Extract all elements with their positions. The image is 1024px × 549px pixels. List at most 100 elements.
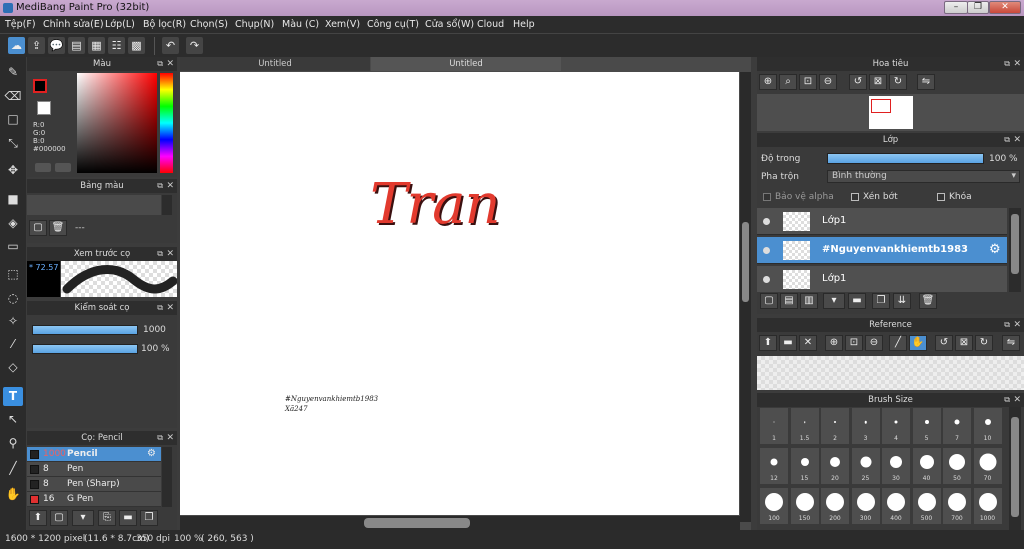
document-icon[interactable]: ▦: [88, 37, 105, 54]
undock-icon[interactable]: ⧉: [157, 431, 163, 445]
select-pen-icon[interactable]: ⁄: [3, 335, 23, 354]
palette-scrollbar[interactable]: [162, 195, 172, 215]
redo-icon[interactable]: ↷: [186, 37, 203, 54]
menu-file[interactable]: Tệp(F): [5, 19, 36, 30]
brush-size-cell[interactable]: 100: [760, 488, 788, 524]
brush-item[interactable]: 16 G Pen: [27, 492, 161, 507]
brush-item[interactable]: 8 Pen: [27, 462, 161, 477]
minimize-button[interactable]: –: [944, 1, 968, 14]
new-brush-icon[interactable]: ▢: [50, 510, 68, 526]
undock-icon[interactable]: ⧉: [1004, 133, 1010, 147]
rotate-right-icon[interactable]: ↻: [889, 74, 907, 90]
background-color-swatch[interactable]: [37, 101, 51, 115]
zoom-in-icon[interactable]: ⊕: [759, 74, 777, 90]
text-tool-icon[interactable]: T: [3, 387, 23, 406]
brush-size-cell[interactable]: 3: [851, 408, 880, 444]
new-folder-icon[interactable]: ▬: [848, 293, 866, 309]
duplicate-icon[interactable]: ❐: [140, 510, 158, 526]
notes-icon[interactable]: ▤: [68, 37, 85, 54]
maximize-button[interactable]: ❐: [967, 1, 989, 14]
open-folder-icon[interactable]: ▬: [779, 335, 797, 351]
copy-brush-icon[interactable]: ⎘: [98, 510, 116, 526]
eyedropper-tool-icon[interactable]: ⚲: [3, 434, 23, 453]
brush-size-cell[interactable]: 200: [821, 488, 849, 524]
brush-menu-icon[interactable]: ▾: [72, 510, 94, 526]
brush-size-scroll-thumb[interactable]: [1011, 417, 1019, 517]
color-mode-button[interactable]: [35, 163, 51, 172]
new-layer-icon[interactable]: ▢: [760, 293, 778, 309]
close-panel-icon[interactable]: ✕: [166, 57, 174, 71]
gear-icon[interactable]: ⚙: [147, 448, 156, 459]
add-brush-icon[interactable]: ⬆: [29, 510, 47, 526]
close-panel-icon[interactable]: ✕: [1013, 133, 1021, 147]
menu-cloud[interactable]: Cloud: [477, 19, 504, 30]
undock-icon[interactable]: ⧉: [1004, 57, 1010, 71]
layer-opacity-slider[interactable]: [827, 153, 984, 164]
menu-help[interactable]: Help: [513, 19, 535, 30]
menu-capture[interactable]: Chụp(N): [235, 19, 274, 30]
brush-size-cell[interactable]: 12: [760, 448, 788, 484]
rotate-right-icon[interactable]: ↻: [975, 335, 993, 351]
brush-item[interactable]: 1000 Pencil ⚙: [27, 447, 161, 462]
cloud-icon[interactable]: ☁: [8, 37, 25, 54]
reference-view[interactable]: [757, 356, 1024, 390]
add-layer-menu-icon[interactable]: ▾: [823, 293, 845, 309]
brush-size-cell[interactable]: 20: [821, 448, 849, 484]
layer-row[interactable]: Lớp1: [757, 266, 1007, 292]
merge-layer-icon[interactable]: ⇊: [893, 293, 911, 309]
brush-size-cell[interactable]: 10: [973, 408, 1002, 444]
brush-size-cell[interactable]: 1000: [973, 488, 1002, 524]
menu-window[interactable]: Cửa sổ(W): [425, 19, 474, 30]
gear-icon[interactable]: ⚙: [989, 242, 1001, 257]
close-panel-icon[interactable]: ✕: [166, 431, 174, 445]
zoom-search-icon[interactable]: ⌕: [779, 74, 797, 90]
visibility-icon[interactable]: [763, 276, 770, 283]
rectangle-tool-icon[interactable]: □: [3, 110, 23, 129]
horizontal-scroll-thumb[interactable]: [364, 518, 470, 528]
clipping-checkbox[interactable]: [851, 193, 859, 201]
undock-icon[interactable]: ⧉: [157, 247, 163, 261]
brush-size-cell[interactable]: 500: [912, 488, 941, 524]
brush-list-scrollbar[interactable]: [162, 447, 172, 507]
rotate-left-icon[interactable]: ↺: [935, 335, 953, 351]
bucket-tool-icon[interactable]: ◈: [3, 214, 23, 233]
fit-icon[interactable]: ⊡: [845, 335, 863, 351]
brush-size-cell[interactable]: 5: [912, 408, 941, 444]
navigator-viewport[interactable]: [871, 99, 891, 113]
brush-size-cell[interactable]: 2: [821, 408, 849, 444]
color-history-button[interactable]: [55, 163, 71, 172]
hand-icon[interactable]: ✋: [909, 335, 927, 351]
folder-icon[interactable]: ▬: [119, 510, 137, 526]
upload-icon[interactable]: ⇪: [28, 37, 45, 54]
cloud-download-icon[interactable]: ⬆: [759, 335, 777, 351]
eraser-tool-icon[interactable]: ⌫: [3, 87, 23, 106]
brush-size-cell[interactable]: 50: [943, 448, 971, 484]
close-button[interactable]: ✕: [989, 1, 1021, 14]
close-panel-icon[interactable]: ✕: [1013, 57, 1021, 71]
palette-swatch-area[interactable]: [27, 195, 161, 215]
undock-icon[interactable]: ⧉: [157, 301, 163, 315]
hue-slider[interactable]: [160, 73, 173, 173]
brush-size-cell[interactable]: 40: [912, 448, 941, 484]
menu-color[interactable]: Màu (C): [282, 19, 319, 30]
close-panel-icon[interactable]: ✕: [166, 301, 174, 315]
delete-layer-icon[interactable]: 🗑: [919, 293, 937, 309]
tab-untitled-2[interactable]: Untitled: [371, 57, 561, 71]
color-saturation-picker[interactable]: [77, 73, 157, 173]
gradient-tool-icon[interactable]: ▭: [3, 237, 23, 256]
brush-size-cell[interactable]: 300: [851, 488, 880, 524]
layer-scroll-thumb[interactable]: [1011, 214, 1019, 274]
fill-rect-tool-icon[interactable]: ■: [3, 190, 23, 209]
zoom-out-icon[interactable]: ⊖: [819, 74, 837, 90]
dot-tool-icon[interactable]: ⤡: [3, 134, 23, 153]
brush-size-cell[interactable]: 1.5: [790, 408, 819, 444]
operation-tool-icon[interactable]: ↖: [3, 410, 23, 429]
pipette-tool-icon[interactable]: ╱: [3, 459, 23, 478]
visibility-icon[interactable]: [763, 218, 770, 225]
brush-tool-icon[interactable]: ✎: [3, 63, 23, 82]
menu-view[interactable]: Xem(V): [325, 19, 360, 30]
zoom-in-icon[interactable]: ⊕: [825, 335, 843, 351]
flip-icon[interactable]: ⇋: [917, 74, 935, 90]
list-icon[interactable]: ☷: [108, 37, 125, 54]
eyedropper-icon[interactable]: ╱: [889, 335, 907, 351]
